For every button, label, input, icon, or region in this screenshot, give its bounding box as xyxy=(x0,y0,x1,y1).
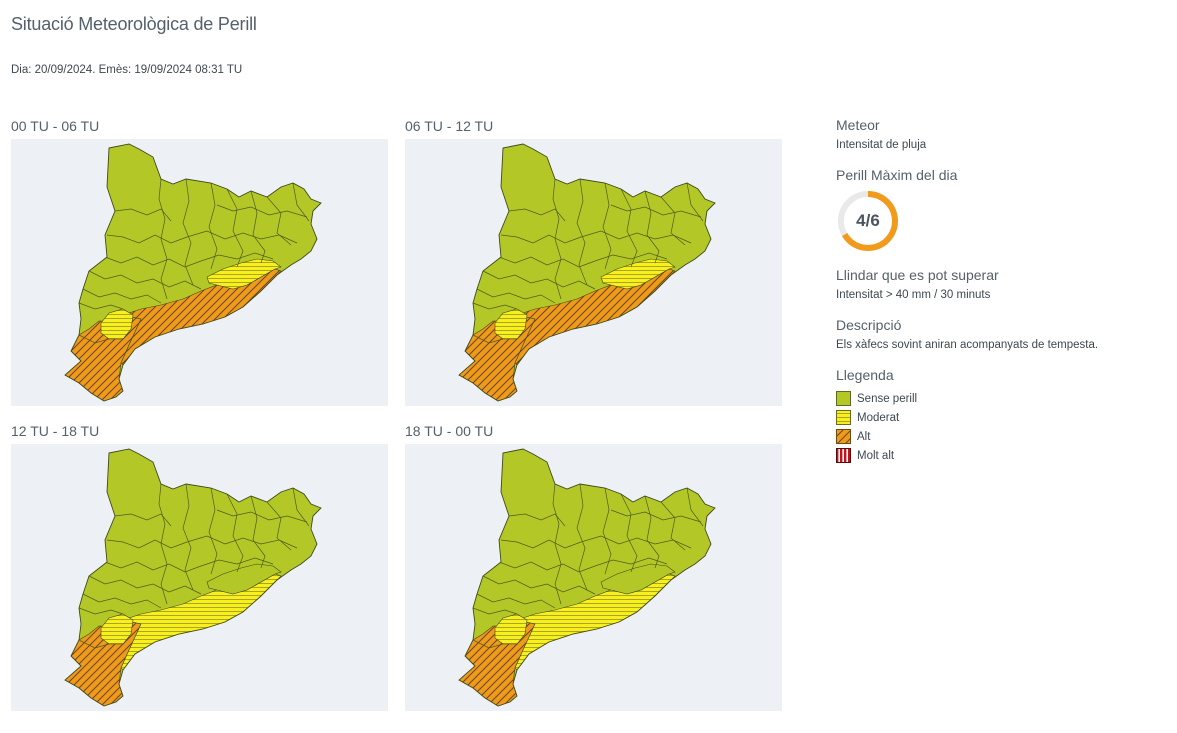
warning-map[interactable] xyxy=(405,444,782,711)
catalonia-map xyxy=(11,444,388,711)
catalonia-map xyxy=(405,139,782,406)
legend-item-sense: Sense perill xyxy=(836,389,1156,408)
period-panel-1: 00 TU - 06 TU xyxy=(11,117,388,406)
legend-item-molt-alt: Molt alt xyxy=(836,446,1156,465)
max-danger-gauge: 4/6 xyxy=(836,189,900,253)
description-value: Els xàfecs sovint aniran acompanyats de … xyxy=(836,339,1099,351)
legend-item-alt: Alt xyxy=(836,427,1156,446)
catalonia-map xyxy=(11,139,388,406)
legend-label: Sense perill xyxy=(857,392,918,405)
period-panel-4: 18 TU - 00 TU xyxy=(405,422,782,711)
warning-map[interactable] xyxy=(11,139,388,406)
legend-label: Moderat xyxy=(857,411,900,424)
max-danger-value: 4/6 xyxy=(856,211,880,230)
page-title: Situació Meteorològica de Perill xyxy=(11,14,257,34)
period-label: 06 TU - 12 TU xyxy=(405,118,494,134)
issue-date: Dia: 20/09/2024. Emès: 19/09/2024 08:31 … xyxy=(11,64,243,76)
period-label: 18 TU - 00 TU xyxy=(405,423,494,439)
description-heading: Descripció xyxy=(836,317,902,333)
legend-item-moderat: Moderat xyxy=(836,408,1156,427)
warning-map[interactable] xyxy=(11,444,388,711)
period-panel-2: 06 TU - 12 TU xyxy=(405,117,782,406)
legend: Sense perill Moderat Alt Molt alt xyxy=(836,389,1156,465)
legend-heading: Llegenda xyxy=(836,367,894,383)
warning-map[interactable] xyxy=(405,139,782,406)
period-label: 00 TU - 06 TU xyxy=(11,118,100,134)
meteor-heading: Meteor xyxy=(836,117,880,133)
catalonia-map xyxy=(405,444,782,711)
threshold-value: Intensitat > 40 mm / 30 minuts xyxy=(836,289,991,301)
threshold-heading: Llindar que es pot superar xyxy=(836,267,999,283)
legend-label: Molt alt xyxy=(857,449,895,462)
swatch-molt-alt-icon xyxy=(836,448,851,463)
legend-label: Alt xyxy=(857,430,871,443)
swatch-alt-icon xyxy=(836,429,851,444)
period-label: 12 TU - 18 TU xyxy=(11,423,100,439)
swatch-moderat-icon xyxy=(836,410,851,425)
max-danger-heading: Perill Màxim del dia xyxy=(836,167,958,183)
period-panel-3: 12 TU - 18 TU xyxy=(11,422,388,711)
meteor-value: Intensitat de pluja xyxy=(836,139,927,151)
swatch-sense-icon xyxy=(836,391,851,406)
info-sidebar: Meteor Intensitat de pluja Perill Màxim … xyxy=(836,117,1156,465)
